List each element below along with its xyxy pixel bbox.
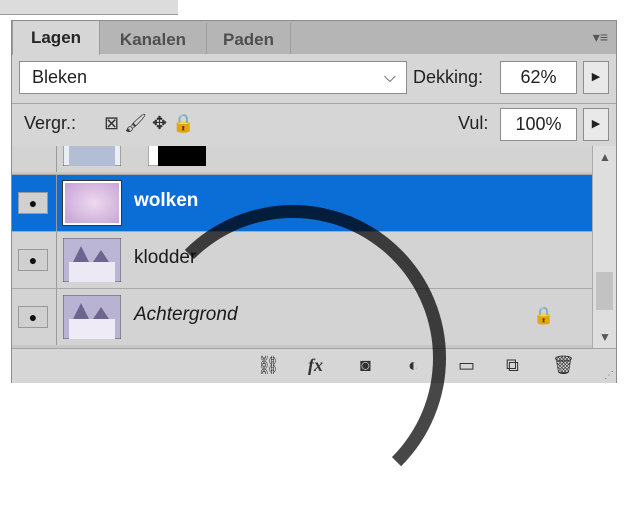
layer-thumbnail xyxy=(62,180,122,226)
scroll-down-icon[interactable]: ▼ xyxy=(593,330,617,344)
folder-icon[interactable]: ▭ xyxy=(458,355,475,376)
layer-thumbnail xyxy=(63,238,121,282)
eye-icon[interactable]: ● xyxy=(18,192,48,214)
mask-icon[interactable]: ◙ xyxy=(360,355,371,376)
scroll-thumb[interactable] xyxy=(596,272,613,310)
layer-name: Achtergrond xyxy=(134,304,238,325)
layer-name: wolken xyxy=(134,190,199,211)
layers-panel: Lagen Kanalen Paden ▾≡ Bleken ⌵ Dekking:… xyxy=(11,20,617,383)
eye-icon[interactable]: ● xyxy=(18,306,48,328)
opacity-arrow-button[interactable]: ▶ xyxy=(583,61,609,94)
fill-field[interactable]: 100% xyxy=(500,108,577,141)
layer-row[interactable]: ● wolken xyxy=(12,174,592,231)
panel-menu-icon[interactable]: ▾≡ xyxy=(593,29,608,46)
tab-fragment xyxy=(0,0,178,15)
lock-icon: 🔒 xyxy=(533,306,555,325)
trash-icon[interactable]: 🗑 xyxy=(552,355,575,376)
new-layer-icon[interactable]: ⧉ xyxy=(506,355,519,376)
layer-row-partial[interactable] xyxy=(12,146,592,172)
panel-footer: ⛓ fx ◙ ◐ ▭ ⧉ 🗑 ⋰ xyxy=(12,348,616,383)
layer-name: klodder xyxy=(134,247,197,268)
fill-label: Vul: xyxy=(458,113,489,133)
layer-list: ● wolken ● klodder ● Achtergrond 🔒 xyxy=(12,146,592,348)
lock-options[interactable]: ⊠🖌✥🔒 xyxy=(104,113,199,134)
resize-grip-icon[interactable]: ⋰ xyxy=(604,370,614,381)
opacity-label: Dekking: xyxy=(413,67,484,87)
adjustment-icon[interactable]: ◐ xyxy=(408,355,419,376)
opacity-field[interactable]: 62% xyxy=(500,61,577,94)
link-icon[interactable]: ⛓ xyxy=(257,355,280,376)
layer-row[interactable]: ● klodder xyxy=(12,231,592,288)
scrollbar[interactable]: ▲ ▼ xyxy=(592,146,616,348)
blend-mode-value: Bleken xyxy=(32,67,88,87)
tab-lagen[interactable]: Lagen xyxy=(12,21,100,55)
tab-paden[interactable]: Paden xyxy=(207,23,291,54)
scroll-up-icon[interactable]: ▲ xyxy=(593,150,617,164)
lock-transparent-icon[interactable]: ⊠ xyxy=(104,113,124,133)
fx-icon[interactable]: fx xyxy=(308,355,323,376)
tab-kanalen[interactable]: Kanalen xyxy=(100,23,207,54)
lock-all-icon[interactable]: 🔒 xyxy=(172,113,199,133)
layer-thumbnail xyxy=(63,146,121,166)
blend-row: Bleken ⌵ Dekking: 62% ▶ xyxy=(12,56,616,102)
lock-row: Vergr.: ⊠🖌✥🔒 Vul: 100% ▶ xyxy=(12,104,616,144)
lock-paint-icon[interactable]: 🖌 xyxy=(124,113,152,133)
layer-mask-thumbnail xyxy=(148,146,206,166)
lock-label: Vergr.: xyxy=(24,113,77,133)
layer-thumbnail xyxy=(63,295,121,339)
chevron-down-icon: ⌵ xyxy=(383,69,396,86)
lock-move-icon[interactable]: ✥ xyxy=(152,113,172,133)
layer-row[interactable]: ● Achtergrond 🔒 xyxy=(12,288,592,345)
fill-arrow-button[interactable]: ▶ xyxy=(583,108,609,141)
panel-tabs: Lagen Kanalen Paden ▾≡ xyxy=(12,21,616,55)
blend-mode-select[interactable]: Bleken ⌵ xyxy=(19,61,407,94)
eye-icon[interactable]: ● xyxy=(18,249,48,271)
top-fragment xyxy=(0,0,627,20)
